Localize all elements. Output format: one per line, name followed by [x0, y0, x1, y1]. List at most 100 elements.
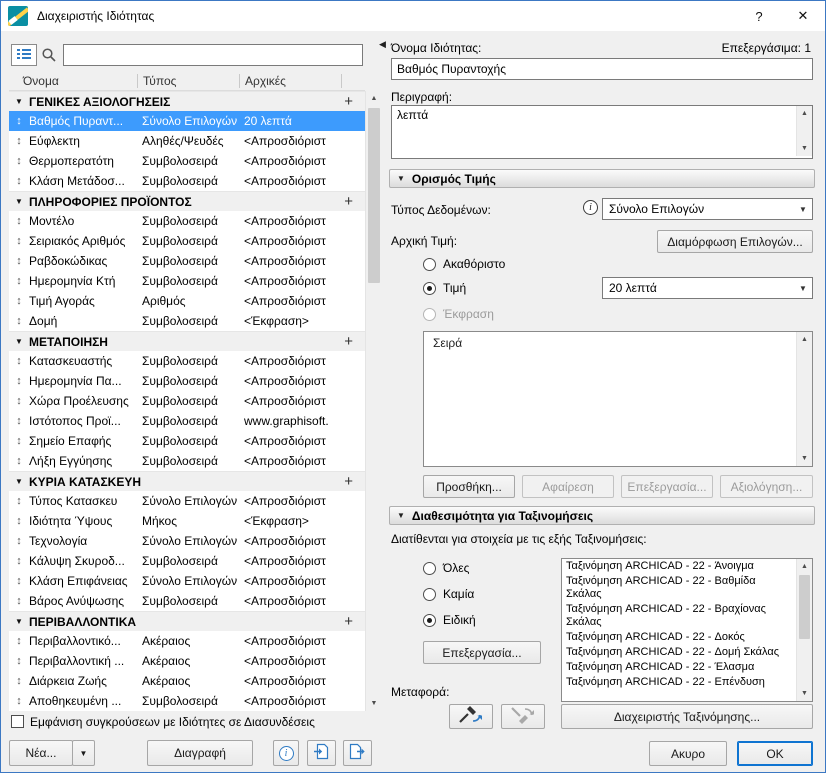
property-row[interactable]: ↕Αποθηκευμένη ...Συμβολοσειρά<Απροσδιόρι…: [9, 691, 365, 711]
radio-all-classifications[interactable]: Όλες: [423, 561, 469, 575]
property-row[interactable]: ↕ΔομήΣυμβολοσειρά<Έκφραση>: [9, 311, 365, 331]
radio-value[interactable]: Τιμή: [423, 281, 466, 295]
group-collapse-icon[interactable]: ▼: [9, 617, 29, 626]
radio-expression[interactable]: Έκφραση: [423, 307, 494, 321]
scroll-up-icon[interactable]: ▲: [366, 91, 382, 106]
drag-handle-icon[interactable]: ↕: [9, 695, 29, 707]
remove-option-button[interactable]: Αφαίρεση: [522, 475, 614, 498]
scroll-down-icon[interactable]: ▼: [366, 696, 382, 711]
scroll-up-icon[interactable]: ▲: [797, 106, 812, 121]
drag-handle-icon[interactable]: ↕: [9, 675, 29, 687]
property-name-input[interactable]: [391, 58, 813, 80]
scroll-up-icon[interactable]: ▲: [797, 559, 812, 574]
property-row[interactable]: ↕Ιστότοπος Προϊ...Συμβολοσειράwww.graphi…: [9, 411, 365, 431]
evaluate-option-button[interactable]: Αξιολόγηση...: [720, 475, 813, 498]
property-row[interactable]: ↕Περιβαλλοντική ...Ακέραιος<Απροσδιόριστ: [9, 651, 365, 671]
classification-scrollbar[interactable]: ▲ ▼: [796, 559, 812, 701]
column-header-default[interactable]: Αρχικές: [239, 74, 341, 88]
drag-handle-icon[interactable]: ↕: [9, 355, 29, 367]
export-properties-button[interactable]: [343, 740, 372, 766]
drag-handle-icon[interactable]: ↕: [9, 175, 29, 187]
property-row[interactable]: ↕ΤεχνολογίαΣύνολο Επιλογών<Απροσδιόριστ: [9, 531, 365, 551]
inject-settings-button[interactable]: [501, 704, 545, 729]
description-scrollbar[interactable]: ▲ ▼: [796, 106, 812, 156]
drag-handle-icon[interactable]: ↕: [9, 515, 29, 527]
scrollbar-thumb[interactable]: [368, 108, 380, 283]
close-button[interactable]: ✕: [781, 1, 825, 31]
property-row[interactable]: ↕Τύπος ΚατασκευΣύνολο Επιλογών<Απροσδιόρ…: [9, 491, 365, 511]
options-list-scrollbar[interactable]: ▲ ▼: [796, 332, 812, 466]
drag-handle-icon[interactable]: ↕: [9, 495, 29, 507]
configure-options-button[interactable]: Διαμόρφωση Επιλογών...: [657, 230, 813, 253]
property-row[interactable]: ↕Βάρος ΑνύψωσηςΣυμβολοσειρά<Απροσδιόριστ: [9, 591, 365, 611]
property-row[interactable]: ↕Κλάση Μετάδοσ...Συμβολοσειρά<Απροσδιόρι…: [9, 171, 365, 191]
classification-item[interactable]: Ταξινόμηση ARCHICAD - 22 - Δοκός: [562, 630, 795, 645]
property-row[interactable]: ↕Λήξη ΕγγύησηςΣυμβολοσειρά<Απροσδιόριστ: [9, 451, 365, 471]
info-button[interactable]: i: [273, 740, 299, 766]
search-input[interactable]: [63, 44, 363, 66]
group-collapse-icon[interactable]: ▼: [9, 477, 29, 486]
drag-handle-icon[interactable]: ↕: [9, 155, 29, 167]
group-header-row[interactable]: ▼ΜΕΤΑΠΟΙΗΣΗ+: [9, 331, 365, 351]
edit-classifications-button[interactable]: Επεξεργασία...: [423, 641, 541, 664]
drag-handle-icon[interactable]: ↕: [9, 555, 29, 567]
classification-item[interactable]: Ταξινόμηση ARCHICAD - 22 - Άνοιγμα: [562, 559, 795, 574]
drag-handle-icon[interactable]: ↕: [9, 135, 29, 147]
radio-undefined[interactable]: Ακαθόριστο: [423, 257, 505, 271]
drag-handle-icon[interactable]: ↕: [9, 215, 29, 227]
drag-handle-icon[interactable]: ↕: [9, 595, 29, 607]
add-property-icon[interactable]: +: [344, 613, 353, 630]
property-row[interactable]: ↕Διάρκεια ΖωήςΑκέραιος<Απροσδιόριστ: [9, 671, 365, 691]
new-dropdown-button[interactable]: ▼: [72, 740, 95, 766]
property-row[interactable]: ↕Ημερομηνία ΚτήΣυμβολοσειρά<Απροσδιόριστ: [9, 271, 365, 291]
radio-no-classifications[interactable]: Καμία: [423, 587, 474, 601]
list-view-button[interactable]: [11, 44, 37, 66]
search-icon[interactable]: [41, 47, 57, 66]
classification-item[interactable]: Ταξινόμηση ARCHICAD - 22 - Βαθμίδα Σκάλα…: [562, 574, 795, 602]
value-definition-section-header[interactable]: ▼ Ορισμός Τιμής: [389, 169, 815, 188]
drag-handle-icon[interactable]: ↕: [9, 415, 29, 427]
drag-handle-icon[interactable]: ↕: [9, 235, 29, 247]
group-header-row[interactable]: ▼ΓΕΝΙΚΕΣ ΑΞΙΟΛΟΓΗΣΕΙΣ+: [9, 91, 365, 111]
column-header-name[interactable]: Όνομα: [9, 74, 137, 88]
group-header-row[interactable]: ▼ΠΛΗΡΟΦΟΡΙΕΣ ΠΡΟΪΟΝΤΟΣ+: [9, 191, 365, 211]
availability-section-header[interactable]: ▼ Διαθεσιμότητα για Ταξινομήσεις: [389, 506, 815, 525]
value-combo[interactable]: 20 λεπτά ▼: [602, 277, 813, 299]
data-type-combo[interactable]: Σύνολο Επιλογών ▼: [602, 198, 813, 220]
group-header-row[interactable]: ▼ΠΕΡΙΒΑΛΛΟΝΤΙΚΑ+: [9, 611, 365, 631]
classification-item[interactable]: Ταξινόμηση ARCHICAD - 22 - Δομή Σκάλας: [562, 645, 795, 660]
property-row[interactable]: ↕Βαθμός Πυραντ...Σύνολο Επιλογών20 λεπτά: [9, 111, 365, 131]
property-row[interactable]: ↕Περιβαλλοντικό...Ακέραιος<Απροσδιόριστ: [9, 631, 365, 651]
delete-button[interactable]: Διαγραφή: [147, 740, 253, 766]
add-property-icon[interactable]: +: [344, 193, 353, 210]
property-row[interactable]: ↕ΡαβδοκώδικαςΣυμβολοσειρά<Απροσδιόριστ: [9, 251, 365, 271]
column-header-type[interactable]: Τύπος: [137, 74, 239, 88]
property-row[interactable]: ↕Κλάση ΕπιφάνειαςΣύνολο Επιλογών<Απροσδι…: [9, 571, 365, 591]
group-collapse-icon[interactable]: ▼: [9, 197, 29, 206]
classification-item[interactable]: Ταξινόμηση ARCHICAD - 22 - Επένδυση: [562, 675, 795, 690]
add-property-icon[interactable]: +: [344, 93, 353, 110]
scroll-up-icon[interactable]: ▲: [797, 332, 812, 347]
drag-handle-icon[interactable]: ↕: [9, 255, 29, 267]
drag-handle-icon[interactable]: ↕: [9, 295, 29, 307]
property-row[interactable]: ↕ΜοντέλοΣυμβολοσειρά<Απροσδιόριστ: [9, 211, 365, 231]
scrollbar-thumb[interactable]: [799, 575, 810, 639]
add-property-icon[interactable]: +: [344, 333, 353, 350]
group-header-row[interactable]: ▼ΚΥΡΙΑ ΚΑΤΑΣΚΕΥΗ+: [9, 471, 365, 491]
drag-handle-icon[interactable]: ↕: [9, 315, 29, 327]
property-row[interactable]: ↕Ιδιότητα ΎψουςΜήκος<Έκφραση>: [9, 511, 365, 531]
classification-item[interactable]: Ταξινόμηση ARCHICAD - 22 - Βραχίονας Σκά…: [562, 602, 795, 630]
collapse-panel-icon[interactable]: ◀: [379, 39, 386, 50]
pick-up-settings-button[interactable]: [449, 704, 493, 729]
import-properties-button[interactable]: [307, 740, 336, 766]
group-collapse-icon[interactable]: ▼: [9, 97, 29, 106]
classification-item[interactable]: Ταξινόμηση ARCHICAD - 22 - Έλασμα: [562, 660, 795, 675]
add-option-button[interactable]: Προσθήκη...: [423, 475, 515, 498]
show-conflicts-checkbox[interactable]: [11, 715, 24, 728]
drag-handle-icon[interactable]: ↕: [9, 655, 29, 667]
data-type-info-icon[interactable]: i: [583, 200, 598, 215]
drag-handle-icon[interactable]: ↕: [9, 375, 29, 387]
scroll-down-icon[interactable]: ▼: [797, 451, 812, 466]
property-table-scrollbar[interactable]: ▲ ▼: [365, 91, 382, 711]
options-listbox[interactable]: Σειρά ▲ ▼: [423, 331, 813, 467]
